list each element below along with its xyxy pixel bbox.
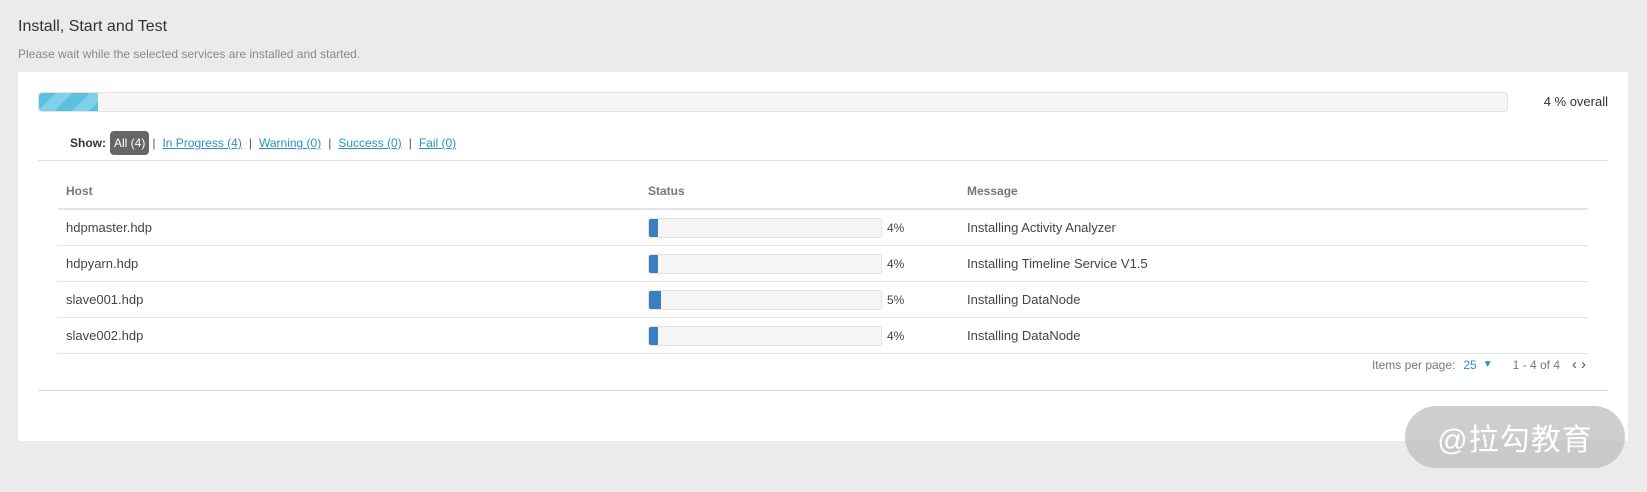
host-progress-bar: [648, 325, 882, 346]
top-divider: [38, 160, 1608, 161]
filter-separator: |: [408, 136, 412, 150]
filter-success[interactable]: Success (0): [338, 136, 401, 150]
items-per-page-select[interactable]: 25: [1463, 358, 1476, 372]
host-progress-bar: [648, 289, 882, 310]
host-progress-fill: [649, 254, 659, 273]
bottom-divider: [38, 390, 1608, 391]
host-name: slave002.hdp: [58, 317, 640, 354]
host-message-link[interactable]: Installing DataNode: [959, 317, 1588, 354]
filter-fail[interactable]: Fail (0): [419, 136, 456, 150]
host-status: 5%: [640, 281, 959, 318]
filter-all[interactable]: All (4): [110, 131, 150, 155]
table-row: hdpmaster.hdp 4% Installing Activity Ana…: [58, 209, 1588, 246]
table-row: slave002.hdp 4% Installing DataNode: [58, 317, 1588, 354]
host-status: 4%: [640, 245, 959, 282]
column-header-message: Message: [959, 174, 1588, 210]
overall-progress-label: 4 % overall: [1543, 94, 1608, 109]
host-progress-bar: [648, 217, 882, 238]
filter-separator: |: [152, 136, 156, 150]
host-message-link[interactable]: Installing DataNode: [959, 281, 1588, 318]
host-progress-percent: 4%: [887, 256, 905, 271]
host-progress-bar: [648, 253, 882, 274]
chevron-left-icon[interactable]: ‹: [1570, 356, 1579, 373]
host-progress-percent: 5%: [887, 292, 905, 307]
filter-bar: Show: All (4) | In Progress (4) | Warnin…: [70, 131, 456, 155]
host-name: slave001.hdp: [58, 281, 640, 318]
host-name: hdpyarn.hdp: [58, 245, 640, 282]
host-progress-fill: [649, 290, 661, 309]
host-progress-percent: 4%: [887, 328, 905, 343]
hosts-table: Host Status Message hdpmaster.hdp 4% Ins…: [58, 174, 1588, 354]
table-row: slave001.hdp 5% Installing DataNode: [58, 281, 1588, 318]
page-subtitle: Please wait while the selected services …: [18, 47, 361, 61]
watermark-logo: @拉勾教育: [1405, 406, 1625, 468]
column-header-host: Host: [58, 174, 640, 210]
host-message-link[interactable]: Installing Timeline Service V1.5: [959, 245, 1588, 282]
overall-progress-bar: [38, 92, 1508, 112]
table-row: hdpyarn.hdp 4% Installing Timeline Servi…: [58, 245, 1588, 282]
host-message-link[interactable]: Installing Activity Analyzer: [959, 209, 1588, 246]
filter-show-label: Show:: [70, 136, 106, 150]
chevron-right-icon[interactable]: ›: [1579, 356, 1588, 373]
host-status: 4%: [640, 317, 959, 354]
overall-progress-fill: [39, 93, 98, 111]
host-progress-percent: 4%: [887, 220, 905, 235]
install-panel: 4 % overall Show: All (4) | In Progress …: [18, 72, 1628, 441]
filter-warning[interactable]: Warning (0): [259, 136, 321, 150]
host-name: hdpmaster.hdp: [58, 209, 640, 246]
table-header-row: Host Status Message: [58, 174, 1588, 210]
page-range: 1 - 4 of 4: [1512, 357, 1560, 372]
caret-down-icon[interactable]: ▼: [1483, 359, 1493, 370]
items-per-page-label: Items per page:: [1371, 357, 1456, 372]
filter-in-progress[interactable]: In Progress (4): [162, 136, 241, 150]
host-status: 4%: [640, 209, 959, 246]
host-progress-fill: [649, 218, 659, 237]
filter-separator: |: [328, 136, 332, 150]
host-progress-fill: [649, 326, 659, 345]
filter-separator: |: [248, 136, 252, 150]
column-header-status: Status: [640, 174, 959, 210]
pagination: Items per page: 25 ▼ 1 - 4 of 4 ‹ ›: [1372, 356, 1588, 373]
page-title: Install, Start and Test: [18, 18, 168, 35]
